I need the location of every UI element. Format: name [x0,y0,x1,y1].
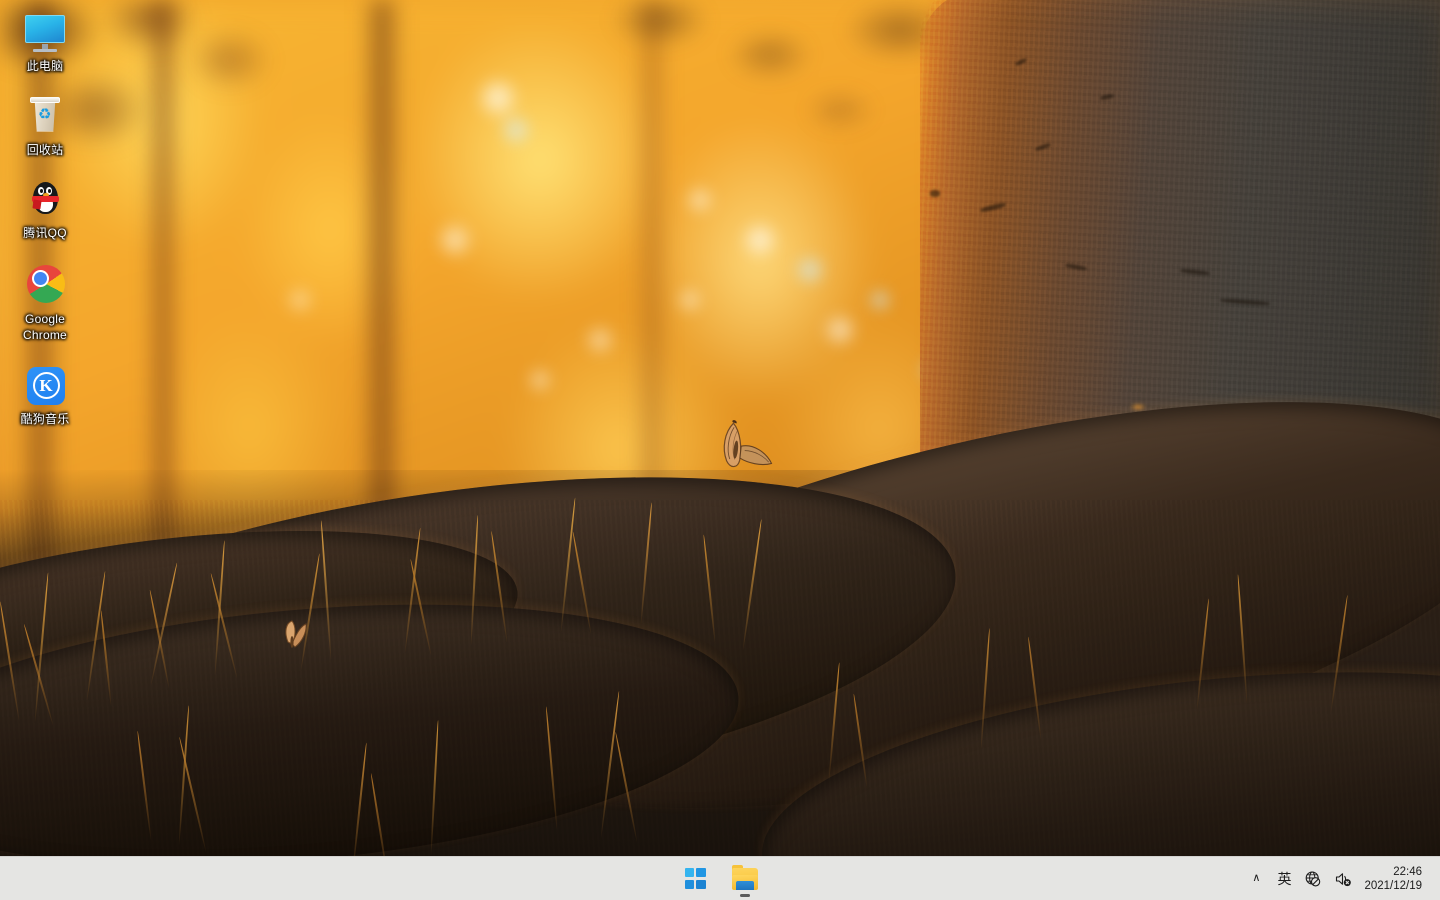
network-button[interactable] [1298,860,1328,898]
desktop-icon-label: 回收站 [26,142,64,157]
desktop-icon-tencent-qq[interactable]: 腾讯QQ [8,173,82,243]
chevron-up-icon: ∧ [1252,872,1261,884]
file-explorer-button[interactable] [725,859,765,899]
ime-indicator[interactable]: 英 [1270,860,1298,898]
taskbar[interactable]: ∧ 英 22:46 2021/12/19 [0,856,1440,900]
qq-penguin-icon [21,176,69,224]
desktop-icon-recycle-bin[interactable]: ♻ 回收站 [8,90,82,160]
desktop-icon-grid[interactable]: 此电脑 ♻ 回收站 腾讯QQ Google Chrome K 酷狗音乐 [0,0,90,442]
desktop-icon-label: Google Chrome [23,311,67,342]
wallpaper-ground [0,320,1440,900]
show-desktop-button[interactable] [1435,857,1440,900]
desktop-icon-label: 腾讯QQ [23,226,67,240]
monitor-icon [21,9,69,57]
clock-time: 22:46 [1393,865,1422,878]
desktop-icon-label: 酷狗音乐 [20,411,70,426]
folder-icon [732,864,758,890]
desktop-wallpaper [0,0,1440,900]
taskbar-center-group[interactable] [0,857,1440,900]
clock-date: 2021/12/19 [1364,879,1422,892]
kugou-music-icon: K [21,362,69,410]
wallpaper-root-texture [0,500,1440,900]
globe-no-internet-icon [1304,870,1322,888]
desktop-icon-google-chrome[interactable]: Google Chrome [8,257,82,345]
system-tray[interactable]: ∧ 英 22:46 2021/12/19 [1242,857,1440,900]
desktop-icon-label: 此电脑 [26,59,64,73]
desktop[interactable]: 此电脑 ♻ 回收站 腾讯QQ Google Chrome K 酷狗音乐 ∧ 英 … [0,0,1440,900]
show-hidden-icons-button[interactable]: ∧ [1242,860,1270,898]
running-indicator [740,893,750,897]
desktop-icon-this-pc[interactable]: 此电脑 [8,6,82,76]
volume-button[interactable] [1328,860,1358,898]
start-button[interactable] [675,859,715,899]
speaker-muted-icon [1334,870,1352,888]
chrome-icon [21,260,69,308]
wallpaper-butterfly-flying [723,420,773,468]
desktop-icon-kugou-music[interactable]: K 酷狗音乐 [8,359,82,429]
clock-button[interactable]: 22:46 2021/12/19 [1358,860,1432,898]
recycle-bin-icon: ♻ [21,93,69,141]
windows-logo-icon [684,868,706,889]
ime-icon: 英 [1277,870,1292,887]
wallpaper-butterfly-perched [285,620,307,648]
